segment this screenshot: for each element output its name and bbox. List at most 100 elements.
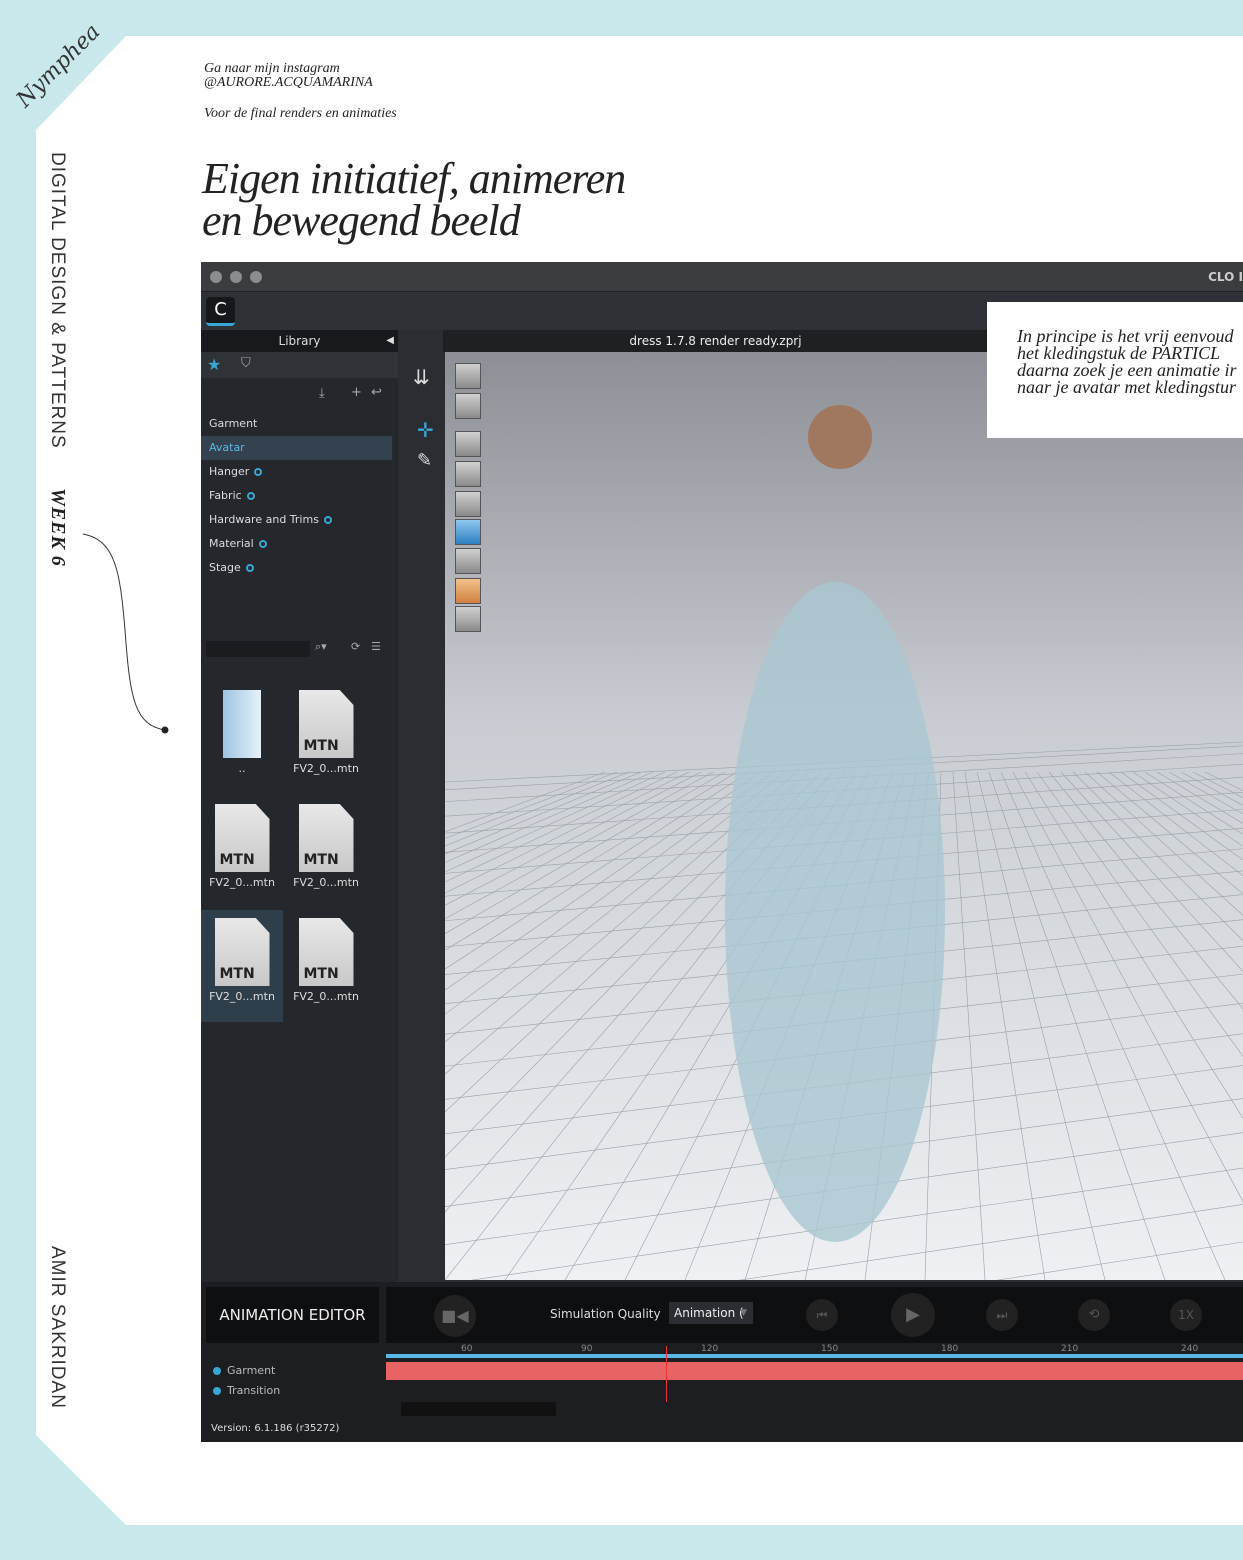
viewport-display-toggle-icon[interactable] (455, 578, 481, 604)
timeline-scrollbar[interactable] (401, 1402, 556, 1416)
favorites-star-icon[interactable]: ★ (207, 355, 221, 374)
viewport-display-toggle-icon[interactable] (455, 431, 481, 457)
clo-app-window: CLO I C dress 1.7.8 render ready.zprj Li… (201, 262, 1243, 1442)
animation-editor-title: ANIMATION EDITOR (206, 1287, 379, 1343)
add-icon[interactable]: + (351, 385, 362, 400)
new-badge-icon (254, 468, 263, 476)
version-label: Version: 6.1.186 (r35272) (211, 1423, 340, 1434)
file-icon: MTN (298, 804, 354, 872)
clo-logo-button[interactable]: C (206, 297, 235, 326)
3d-viewport[interactable] (201, 352, 1243, 1367)
viewport-display-toggle-icon[interactable] (455, 461, 481, 487)
track-label: Transition (227, 1384, 281, 1397)
back-icon[interactable]: ↩ (371, 385, 382, 400)
skip-forward-icon[interactable]: ⏭ (986, 1299, 1018, 1331)
new-badge-icon (246, 492, 255, 500)
timeline-tick-label: 90 (581, 1344, 593, 1354)
loop-icon[interactable]: ⟲ (1078, 1299, 1110, 1331)
refresh-icon[interactable]: ⟳ (351, 640, 360, 653)
motion-file[interactable]: MTN FV2_0...mtn (285, 796, 367, 908)
library-actions: ⤓ + ↩ (201, 378, 398, 412)
download-icon[interactable]: ⤓ (319, 386, 325, 401)
simulation-quality-select[interactable]: Animation (▼ (669, 1302, 753, 1324)
renders-note: Voor de final renders en animaties (204, 106, 397, 121)
track-transition[interactable]: Transition (213, 1384, 280, 1397)
library-item-material[interactable]: Material (201, 532, 398, 556)
move-down-tool-icon[interactable]: ⇊ (413, 365, 430, 389)
garment-track-bar[interactable] (386, 1362, 1243, 1380)
library-item-label: Stage (209, 561, 241, 574)
close-window-button[interactable] (210, 271, 222, 283)
instagram-handle[interactable]: @AURORE.ACQUAMARINA (204, 76, 373, 90)
brush-tool-icon[interactable]: ✎ (417, 450, 432, 471)
parent-folder[interactable]: .. (201, 682, 283, 794)
title-bar: CLO I (201, 262, 1243, 292)
motion-file[interactable]: MTN FV2_0...mtn (201, 796, 283, 908)
library-title-text: Library (278, 334, 321, 348)
library-item-label: Garment (209, 417, 258, 430)
avatar-figure (725, 582, 945, 1242)
viewport-display-toggle-icon[interactable] (455, 363, 481, 389)
timeline-tick-label: 150 (821, 1344, 839, 1354)
library-item-label: Hanger (209, 465, 250, 478)
file-label: FV2_0...mtn (293, 876, 359, 889)
collapse-arrow-icon[interactable]: ◀ (386, 330, 394, 352)
library-title: Library ◀ (201, 330, 398, 352)
motion-file[interactable]: MTN FV2_0...mtn (201, 910, 283, 1022)
animation-controls: ■◀ Simulation Quality Animation (▼ ⏮ ▶ ⏭… (386, 1287, 1243, 1343)
new-badge-icon (323, 516, 332, 524)
library-item-garment[interactable]: Garment (201, 412, 398, 436)
file-icon: MTN (298, 690, 354, 758)
library-item-fabric[interactable]: Fabric (201, 484, 398, 508)
zoom-window-button[interactable] (250, 271, 262, 283)
file-icon: MTN (214, 918, 270, 986)
callout-text-box: In principe is het vrij eenvoud het kledi… (987, 302, 1243, 438)
timeline-tick-label: 240 (1181, 1344, 1199, 1354)
library-item-hanger[interactable]: Hanger (201, 460, 398, 484)
viewport-display-toggle-icon[interactable] (455, 606, 481, 632)
track-label: Garment (227, 1364, 276, 1377)
playhead[interactable] (666, 1346, 667, 1402)
instagram-note: Ga naar mijn instagram @AURORE.ACQUAMARIN… (204, 62, 373, 90)
file-label: FV2_0...mtn (293, 990, 359, 1003)
list-view-icon[interactable]: ☰ (371, 640, 381, 653)
library-item-hardware-and-trims[interactable]: Hardware and Trims (201, 508, 398, 532)
skip-back-icon[interactable]: ⏮ (806, 1299, 838, 1331)
file-label: FV2_0...mtn (209, 876, 275, 889)
file-icon: MTN (298, 918, 354, 986)
track-garment[interactable]: Garment (213, 1364, 275, 1377)
viewport-display-toggle-icon[interactable] (455, 548, 481, 574)
file-label: .. (238, 762, 246, 775)
instagram-line: Ga naar mijn instagram (204, 61, 340, 76)
library-item-label: Fabric (209, 489, 242, 502)
library-item-label: Avatar (209, 441, 245, 454)
viewport-display-toggle-icon[interactable] (455, 519, 481, 545)
speed-button[interactable]: 1X (1170, 1299, 1202, 1331)
store-bag-icon[interactable]: ⛉ (241, 356, 251, 371)
transform-move-tool-icon[interactable]: ✛ (417, 418, 434, 442)
timeline-ruler[interactable]: 60 90 120 150 180 210 240 (386, 1344, 1243, 1358)
search-icon[interactable]: ⌕▾ (315, 640, 327, 654)
side-label-author: AMIR SAKRIDAN (47, 1246, 68, 1409)
library-list: Garment Avatar Hanger Fabric Hardware and Tr… (201, 412, 398, 580)
file-type-badge: MTN (303, 966, 339, 982)
library-search-bar: ⌕▾ ⟳ ☰ (201, 636, 398, 662)
timeline-tick-label: 120 (701, 1344, 719, 1354)
library-item-stage[interactable]: Stage (201, 556, 398, 580)
motion-file[interactable]: MTN FV2_0...mtn (285, 682, 367, 794)
avatar-head (808, 405, 872, 469)
timeline-tick-label: 60 (461, 1344, 473, 1354)
file-type-badge: MTN (303, 852, 339, 868)
motion-file[interactable]: MTN FV2_0...mtn (285, 910, 367, 1022)
library-item-avatar[interactable]: Avatar (201, 436, 392, 460)
callout-line: naar je avatar met kledingstur (1017, 377, 1236, 397)
minimize-window-button[interactable] (230, 271, 242, 283)
library-item-label: Hardware and Trims (209, 513, 319, 526)
library-search-input[interactable] (206, 641, 310, 657)
viewport-display-toggle-icon[interactable] (455, 393, 481, 419)
viewport-display-toggle-icon[interactable] (455, 491, 481, 517)
simulation-quality-label: Simulation Quality (550, 1307, 661, 1321)
play-icon[interactable]: ▶ (891, 1293, 935, 1337)
library-tabs: ★ ⛉ (201, 352, 398, 378)
record-camera-icon[interactable]: ■◀ (434, 1295, 476, 1337)
